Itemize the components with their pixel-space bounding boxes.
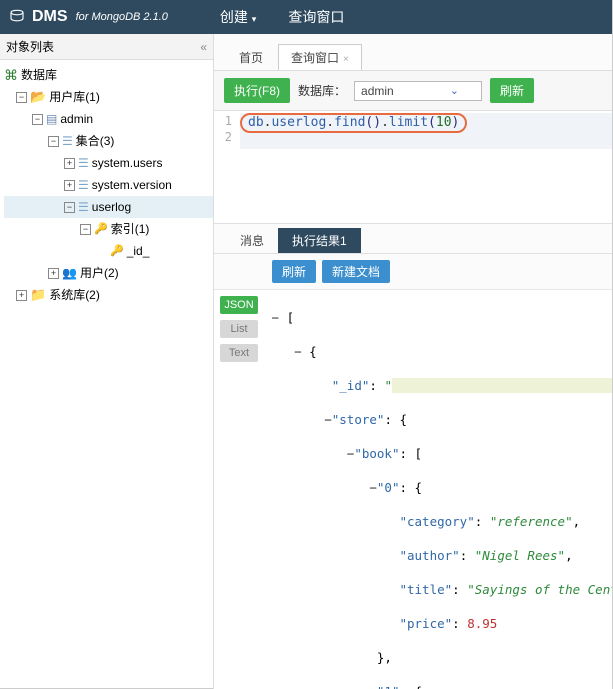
result-tabs: 消息 执行结果1 <box>214 223 612 254</box>
plus-icon[interactable]: + <box>64 158 75 169</box>
tree-node-userlog[interactable]: −☰userlog <box>4 196 213 218</box>
menu-create[interactable]: 创建 ▾ <box>206 0 270 35</box>
tab-messages[interactable]: 消息 <box>226 228 278 253</box>
result-toolbar: 刷新 新建文档 <box>214 254 612 290</box>
main-menu: 创建 ▾ 查询窗口 <box>206 0 358 35</box>
tab-query-window[interactable]: 查询窗口× <box>278 44 362 70</box>
tree-node-admin[interactable]: −▤admin <box>4 108 213 130</box>
collection-icon: ☰ <box>62 131 73 151</box>
sidebar-title: 对象列表 <box>6 38 54 55</box>
code-editor[interactable]: 12 db.userlog.find().limit(10) <box>214 111 612 223</box>
result-refresh-button[interactable]: 刷新 <box>272 260 316 283</box>
highlighted-query: db.userlog.find().limit(10) <box>240 113 467 133</box>
tree-node-system-users[interactable]: +☰system.users <box>4 152 213 174</box>
view-json[interactable]: JSON <box>220 296 258 314</box>
collection-icon: ☰ <box>78 197 89 217</box>
db-label: 数据库： <box>298 82 346 99</box>
code-area[interactable]: db.userlog.find().limit(10) <box>236 111 612 223</box>
plus-icon[interactable]: + <box>16 290 27 301</box>
line-gutter: 12 <box>214 111 236 223</box>
brand-subtitle: for MongoDB 2.1.0 <box>76 11 168 23</box>
minus-icon[interactable]: − <box>80 224 91 235</box>
leaf-icon: ⌘ <box>4 65 18 85</box>
tree-node-id-index[interactable]: 🔑_id_ <box>4 240 213 262</box>
tree-node-system-version[interactable]: +☰system.version <box>4 174 213 196</box>
plus-icon[interactable]: + <box>64 180 75 191</box>
collection-icon: ☰ <box>78 175 89 195</box>
brand-name: DMS <box>32 8 68 26</box>
new-document-button[interactable]: 新建文档 <box>322 260 390 283</box>
db-icon: ▤ <box>46 109 57 129</box>
folder-icon: 📁 <box>30 285 46 305</box>
database-select[interactable]: admin⌄ <box>354 81 482 101</box>
view-list[interactable]: List <box>220 320 258 338</box>
json-output[interactable]: − [ − { "_id": " ")", −"store": { −"book… <box>264 290 612 689</box>
tab-result-1[interactable]: 执行结果1 <box>278 228 361 253</box>
tab-home[interactable]: 首页 <box>226 44 276 70</box>
menu-query-window[interactable]: 查询窗口 <box>274 0 358 35</box>
sidebar: 对象列表 « ⌘数据库 −📂用户库(1) −▤admin −☰集合(3) +☰s… <box>0 34 214 689</box>
close-icon[interactable]: × <box>343 54 349 65</box>
tree-node-index[interactable]: −🔑索引(1) <box>4 218 213 240</box>
minus-icon[interactable]: − <box>32 114 43 125</box>
refresh-button[interactable]: 刷新 <box>490 78 534 103</box>
editor-tabs: 首页 查询窗口× <box>214 34 612 71</box>
folder-icon: 📂 <box>30 87 46 107</box>
tree-node-users[interactable]: +👥用户(2) <box>4 262 213 284</box>
collection-icon: ☰ <box>78 153 89 173</box>
plus-icon[interactable]: + <box>48 268 59 279</box>
result-area: JSON List Text − [ − { "_id": " ")", −"s… <box>214 290 612 689</box>
key-icon: 🔑 <box>110 241 124 261</box>
index-icon: 🔑 <box>94 219 108 239</box>
query-toolbar: 执行(F8) 数据库： admin⌄ 刷新 <box>214 71 612 111</box>
main-area: 首页 查询窗口× 执行(F8) 数据库： admin⌄ 刷新 12 db.use… <box>214 34 612 689</box>
tree-node-collections[interactable]: −☰集合(3) <box>4 130 213 152</box>
collapse-icon[interactable]: « <box>200 40 207 54</box>
tree-node-sys-db[interactable]: +📁系统库(2) <box>4 284 213 306</box>
view-mode-tabs: JSON List Text <box>214 290 264 689</box>
user-icon: 👥 <box>62 263 77 283</box>
minus-icon[interactable]: − <box>48 136 59 147</box>
minus-icon[interactable]: − <box>16 92 27 103</box>
execute-button[interactable]: 执行(F8) <box>224 78 290 103</box>
tree-node-user-db[interactable]: −📂用户库(1) <box>4 86 213 108</box>
chevron-down-icon: ⌄ <box>450 84 459 97</box>
logo-icon <box>8 8 26 26</box>
sidebar-header: 对象列表 « <box>0 34 213 60</box>
tree-node-databases[interactable]: ⌘数据库 <box>4 64 213 86</box>
view-text[interactable]: Text <box>220 344 258 362</box>
top-bar: DMS for MongoDB 2.1.0 创建 ▾ 查询窗口 <box>0 0 612 34</box>
object-tree: ⌘数据库 −📂用户库(1) −▤admin −☰集合(3) +☰system.u… <box>0 60 213 310</box>
minus-icon[interactable]: − <box>64 202 75 213</box>
